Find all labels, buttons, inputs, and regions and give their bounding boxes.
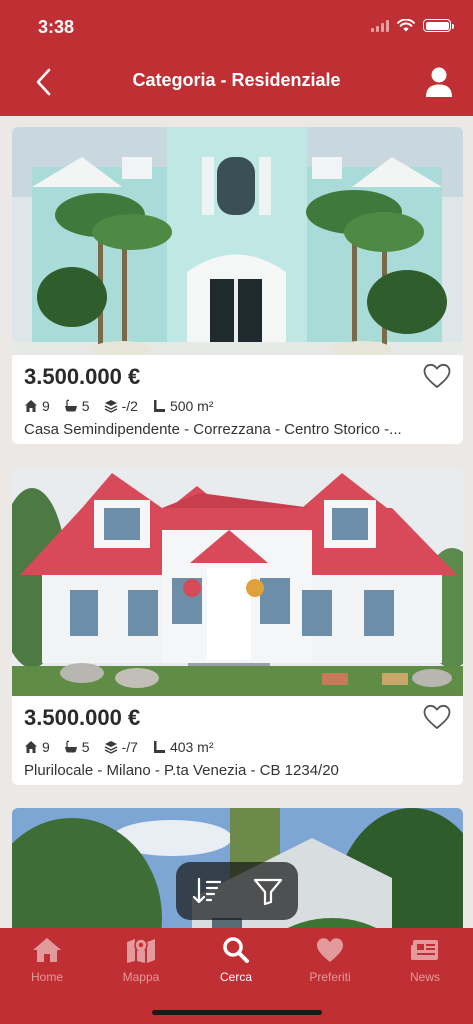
spec-floors-value: -/2	[121, 398, 138, 414]
spec-baths-value: 5	[81, 739, 90, 755]
listing-price: 3.500.000 €	[24, 364, 141, 389]
spec-floors: -/7	[104, 739, 138, 755]
bathtub-icon	[64, 740, 77, 753]
tab-home-label: Home	[30, 970, 63, 984]
heart-icon	[317, 938, 343, 962]
tab-map-label: Mappa	[122, 970, 160, 984]
tab-home[interactable]: Home	[0, 936, 94, 984]
tab-search-label: Cerca	[219, 970, 252, 984]
listing-description: Plurilocale - Milano - P.ta Venezia - CB…	[24, 762, 339, 779]
sort-icon	[192, 877, 221, 904]
listing-price: 3.500.000 €	[24, 705, 141, 730]
tab-search[interactable]: Cerca	[189, 936, 283, 984]
app-header: 3:38 Categoria - Residenziale	[0, 0, 473, 116]
spec-rooms-value: 9	[42, 398, 50, 414]
tab-favorites-label: Preferiti	[309, 970, 351, 984]
favorite-button[interactable]	[423, 363, 451, 389]
spec-area-value: 403 m²	[169, 739, 214, 755]
spec-rooms: 9	[24, 398, 50, 414]
layers-icon	[104, 741, 117, 754]
heart-outline-icon	[423, 704, 451, 729]
wifi-icon	[397, 19, 415, 32]
spec-floors: -/2	[104, 398, 138, 414]
user-icon	[426, 67, 452, 97]
spec-floors-value: -/7	[121, 739, 138, 755]
news-icon	[411, 940, 438, 960]
map-icon	[127, 938, 155, 963]
tab-news[interactable]: News	[378, 936, 472, 984]
layers-icon	[104, 400, 117, 413]
listing-info: 3.500.000 € 9 5 -/7 403 m² Plurilocale -…	[12, 696, 463, 779]
house-icon	[25, 741, 37, 753]
home-indicator	[152, 1010, 322, 1015]
spec-baths: 5	[64, 739, 90, 755]
listing-specs: 9 5 -/2 500 m²	[24, 397, 451, 415]
listing-card[interactable]: 3.500.000 € 9 5 -/2 500 m² Casa Semindip…	[12, 127, 463, 444]
tab-bar: Home Mappa Cerca Preferiti News	[0, 928, 473, 1024]
signal-icon	[371, 19, 389, 32]
listing-description: Casa Semindipendente - Correzzana - Cent…	[24, 421, 402, 438]
tab-favorites[interactable]: Preferiti	[283, 936, 377, 984]
property-photo	[12, 468, 463, 696]
sort-button[interactable]	[187, 871, 227, 911]
spec-baths-value: 5	[81, 398, 90, 414]
listing-info: 3.500.000 € 9 5 -/2 500 m² Casa Semindip…	[12, 355, 463, 438]
status-time: 3:38	[38, 17, 75, 37]
tab-map[interactable]: Mappa	[94, 936, 188, 984]
search-icon	[223, 937, 249, 963]
ruler-icon	[153, 400, 165, 412]
house-icon	[25, 400, 37, 412]
status-icons	[371, 19, 454, 32]
home-icon	[33, 938, 61, 962]
profile-button[interactable]	[423, 66, 455, 98]
spec-rooms: 9	[24, 739, 50, 755]
filter-icon	[253, 878, 282, 906]
status-bar: 3:38	[0, 0, 473, 54]
property-photo	[12, 127, 463, 355]
listing-card[interactable]: 3.500.000 € 9 5 -/7 403 m² Plurilocale -…	[12, 468, 463, 785]
bathtub-icon	[64, 399, 77, 412]
spec-area: 403 m²	[152, 739, 214, 755]
filter-button[interactable]	[248, 871, 288, 911]
spec-area-value: 500 m²	[169, 398, 214, 414]
sort-filter-bar	[176, 862, 298, 920]
page-title: Categoria - Residenziale	[132, 70, 341, 90]
favorite-button[interactable]	[423, 704, 451, 730]
spec-rooms-value: 9	[42, 739, 50, 755]
spec-baths: 5	[64, 398, 90, 414]
battery-icon	[423, 19, 454, 32]
listing-list[interactable]: 3.500.000 € 9 5 -/2 500 m² Casa Semindip…	[0, 116, 473, 928]
ruler-icon	[153, 741, 165, 753]
spec-area: 500 m²	[152, 398, 214, 414]
heart-outline-icon	[423, 363, 451, 388]
tab-news-label: News	[409, 970, 440, 984]
listing-specs: 9 5 -/7 403 m²	[24, 738, 451, 756]
